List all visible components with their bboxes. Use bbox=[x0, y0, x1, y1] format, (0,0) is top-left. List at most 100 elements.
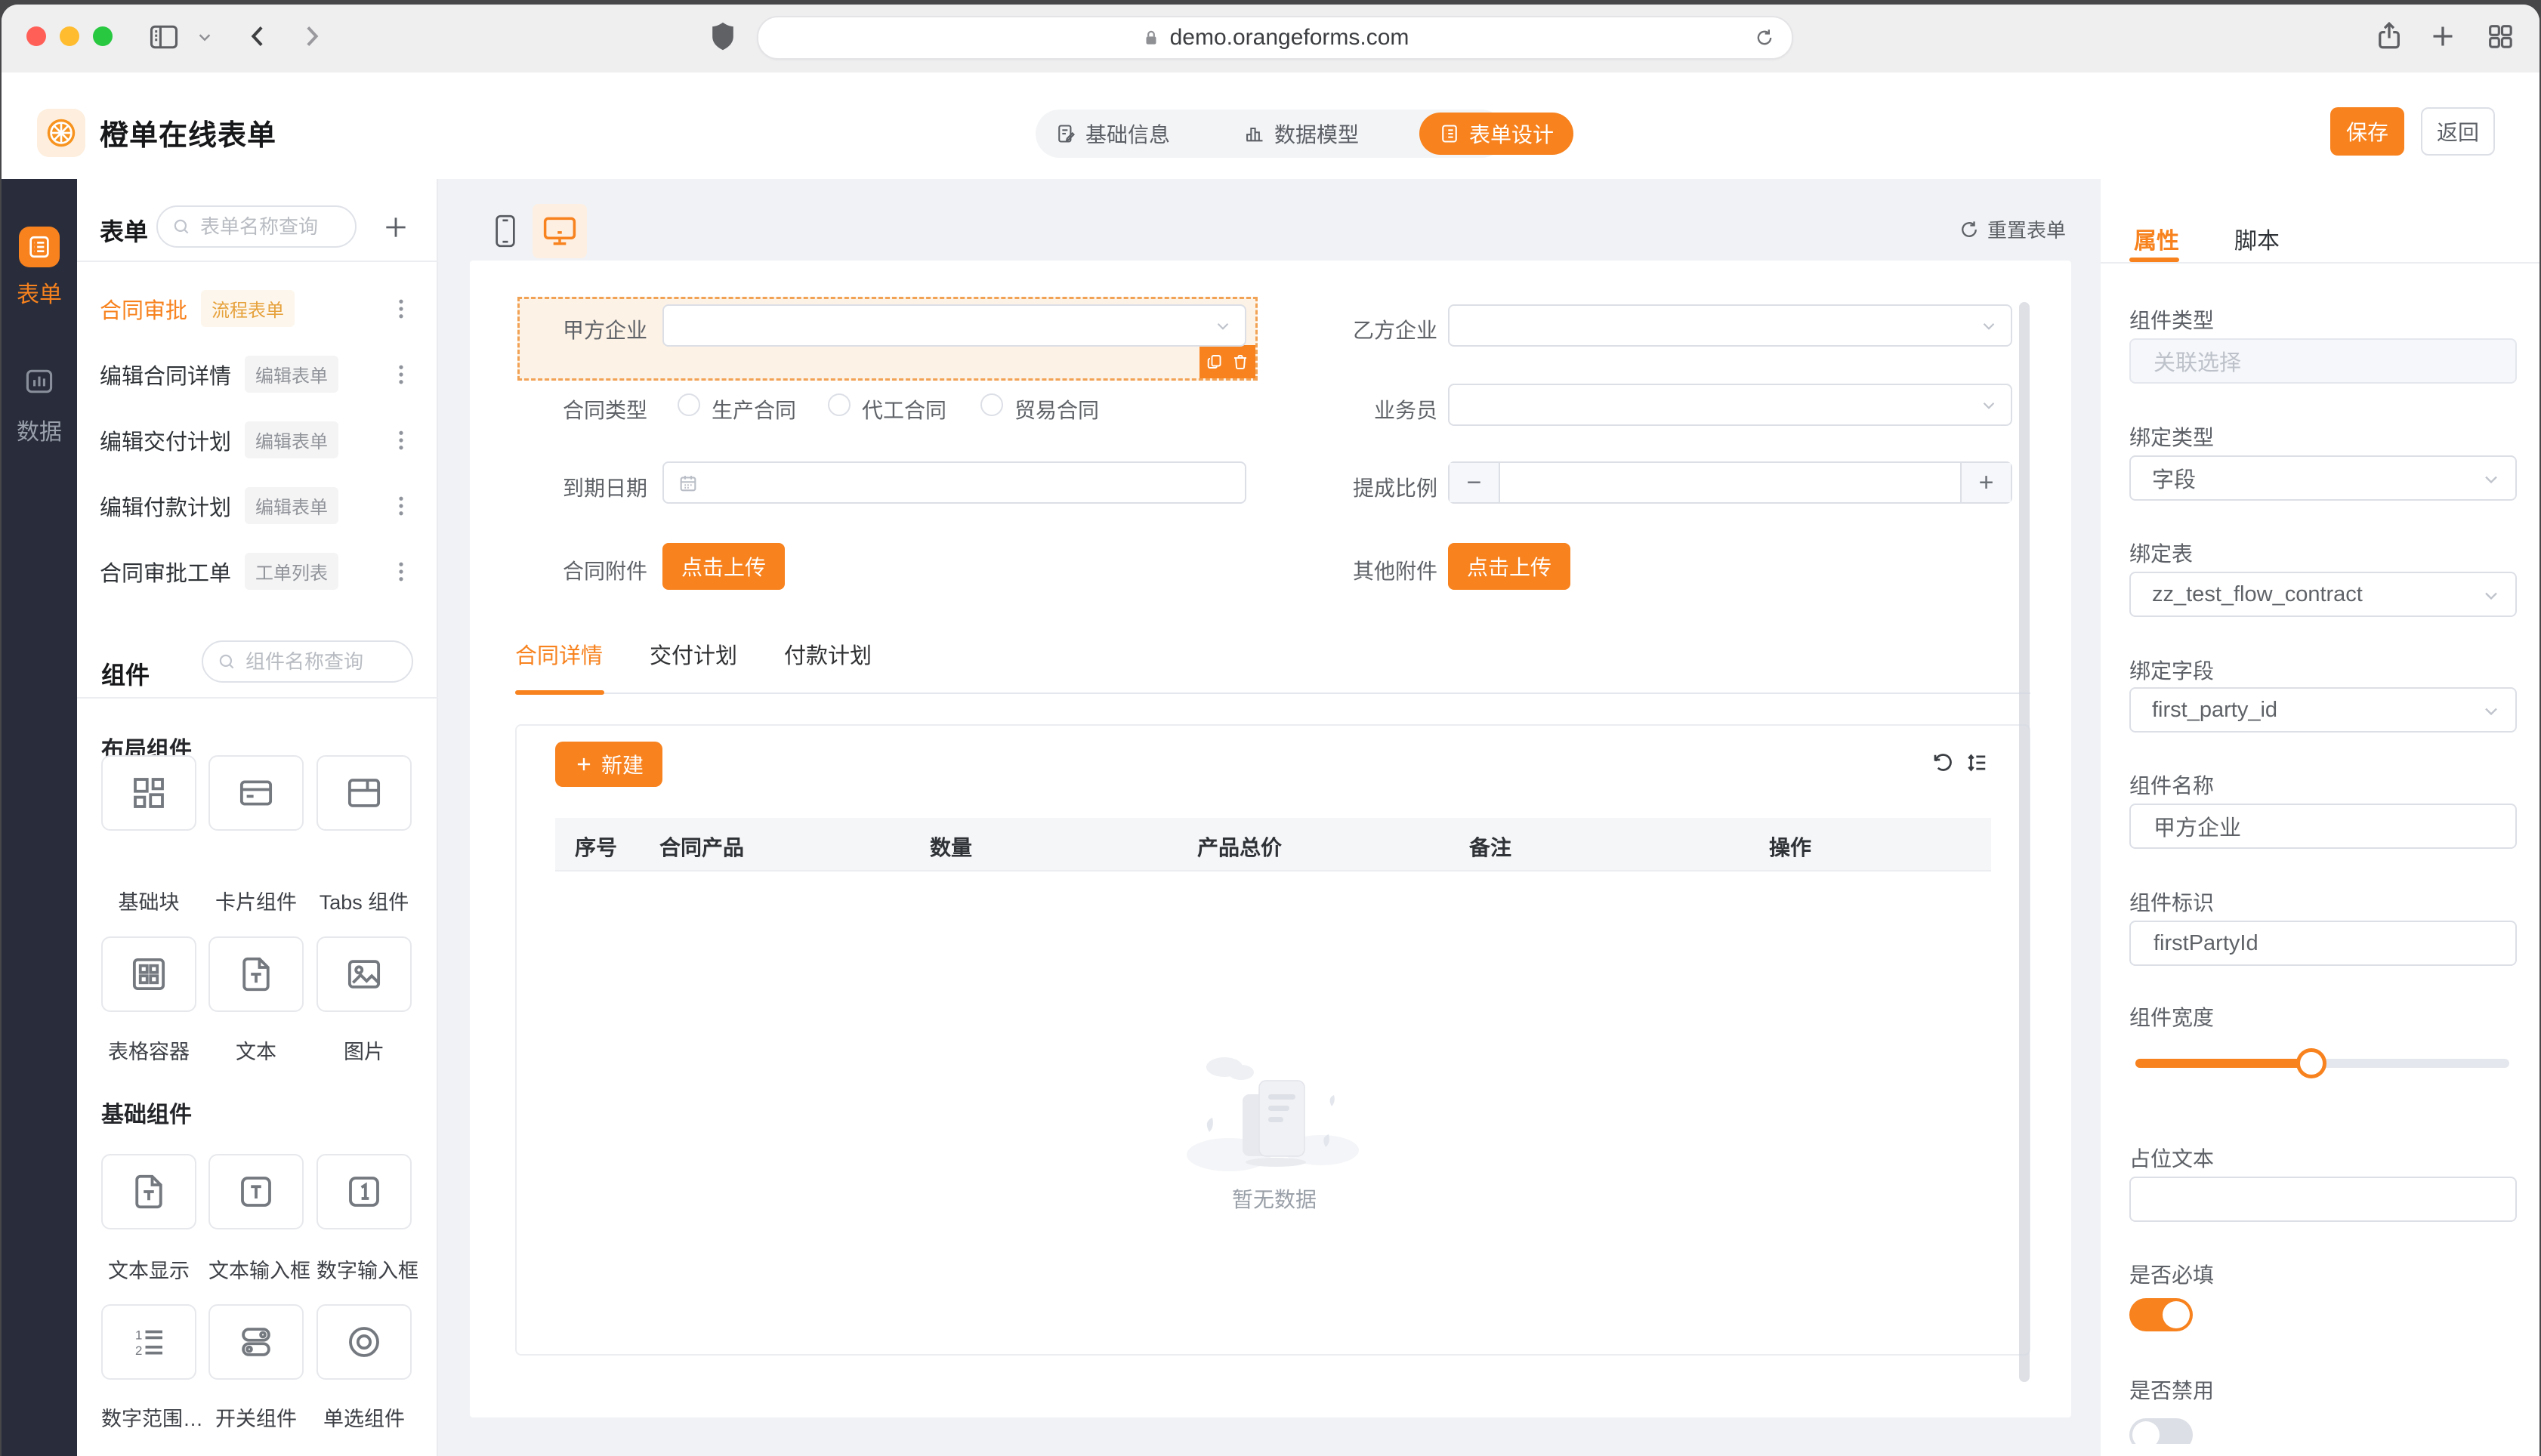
kebab-menu-icon[interactable] bbox=[387, 554, 415, 589]
form-search[interactable] bbox=[156, 205, 357, 248]
component-text-display[interactable] bbox=[101, 1154, 196, 1229]
component-tabs[interactable] bbox=[316, 755, 412, 831]
form-list-item[interactable]: 合同审批工单 工单列表 bbox=[77, 538, 438, 604]
due-date-input[interactable] bbox=[662, 461, 1246, 504]
component-basic-block[interactable] bbox=[101, 755, 196, 831]
tab-basic-info[interactable]: 基础信息 bbox=[1042, 113, 1184, 155]
save-button[interactable]: 保存 bbox=[2330, 107, 2404, 156]
new-row-button[interactable]: 新建 bbox=[555, 742, 662, 787]
back-icon[interactable] bbox=[243, 21, 273, 51]
mobile-preview-button[interactable] bbox=[483, 209, 527, 253]
kebab-menu-icon[interactable] bbox=[387, 292, 415, 326]
component-name-field[interactable] bbox=[2129, 804, 2517, 849]
chevron-down-icon bbox=[2481, 585, 2502, 606]
bind-type-select[interactable]: 字段 bbox=[2129, 455, 2517, 501]
bind-field-select[interactable]: first_party_id bbox=[2129, 687, 2517, 733]
component-search-input[interactable] bbox=[244, 649, 384, 674]
privacy-shield-icon[interactable] bbox=[705, 19, 740, 54]
salesman-select[interactable] bbox=[1448, 384, 2012, 426]
radio-label[interactable]: 代工合同 bbox=[862, 394, 946, 424]
zoom-window-button[interactable] bbox=[93, 26, 113, 46]
placeholder-text-input[interactable] bbox=[2152, 1186, 2494, 1213]
radio-trade-contract[interactable] bbox=[980, 393, 1003, 416]
first-party-select[interactable] bbox=[662, 304, 1246, 347]
new-tab-icon[interactable] bbox=[2428, 21, 2458, 51]
canvas-scrollbar[interactable] bbox=[2019, 302, 2030, 1382]
stepper-increase-button[interactable]: + bbox=[1960, 463, 2011, 502]
tab-data-model[interactable]: 数据模型 bbox=[1230, 113, 1372, 155]
chevron-down-icon[interactable] bbox=[196, 29, 213, 45]
slider-handle[interactable] bbox=[2296, 1048, 2326, 1078]
rail-item-data[interactable] bbox=[23, 365, 56, 398]
form-search-input[interactable] bbox=[199, 214, 331, 239]
radio-label[interactable]: 贸易合同 bbox=[1014, 394, 1099, 424]
field-label-commission: 提成比例 bbox=[1352, 477, 1437, 500]
reload-icon[interactable] bbox=[1754, 27, 1775, 48]
component-text[interactable] bbox=[208, 936, 304, 1012]
component-card[interactable] bbox=[208, 755, 304, 831]
tab-contract-detail[interactable]: 合同详情 bbox=[515, 638, 603, 670]
component-image[interactable] bbox=[316, 936, 412, 1012]
tab-delivery-plan[interactable]: 交付计划 bbox=[650, 638, 737, 670]
component-radio[interactable] bbox=[316, 1304, 412, 1380]
search-icon bbox=[171, 217, 191, 236]
empty-state-text: 暂无数据 bbox=[1231, 1188, 1317, 1211]
component-width-slider[interactable] bbox=[2135, 1048, 2509, 1078]
form-list-item[interactable]: 编辑付款计划 编辑表单 bbox=[77, 473, 438, 538]
radio-oem-contract[interactable] bbox=[828, 393, 851, 416]
rail-item-data-label[interactable]: 数据 bbox=[2, 413, 77, 446]
stepper-decrease-button[interactable]: − bbox=[1450, 463, 1500, 502]
delete-icon[interactable] bbox=[1231, 353, 1249, 371]
tab-payment-plan[interactable]: 付款计划 bbox=[784, 638, 872, 670]
left-rail: 表单 数据 bbox=[2, 179, 77, 1456]
url-bar[interactable]: demo.orangeforms.com bbox=[757, 16, 1793, 60]
rail-item-forms-label[interactable]: 表单 bbox=[2, 276, 77, 309]
desktop-preview-button[interactable] bbox=[533, 204, 587, 258]
second-party-select[interactable] bbox=[1448, 304, 2012, 347]
component-search[interactable] bbox=[202, 640, 413, 683]
component-label: 卡片组件 bbox=[215, 891, 297, 914]
tab-form-design[interactable]: 表单设计 bbox=[1419, 113, 1574, 155]
sort-rows-icon[interactable] bbox=[1965, 751, 1988, 774]
sidebar-icon[interactable] bbox=[147, 20, 181, 54]
share-icon[interactable] bbox=[2373, 20, 2405, 51]
refresh-table-icon[interactable] bbox=[1931, 751, 1954, 774]
add-form-button[interactable] bbox=[381, 213, 410, 242]
reset-form-button[interactable]: 重置表单 bbox=[1959, 215, 2066, 243]
radio-component-icon bbox=[349, 1327, 379, 1357]
tab-overview-icon[interactable] bbox=[2485, 21, 2515, 51]
component-key-input[interactable] bbox=[2152, 930, 2494, 957]
component-number-input[interactable] bbox=[316, 1154, 412, 1229]
radio-label[interactable]: 生产合同 bbox=[712, 394, 796, 424]
radio-production-contract[interactable] bbox=[678, 393, 700, 416]
kebab-menu-icon[interactable] bbox=[387, 423, 415, 458]
rail-item-forms[interactable] bbox=[19, 227, 60, 267]
component-number-range[interactable]: 12 bbox=[101, 1304, 196, 1380]
tab-properties[interactable]: 属性 bbox=[2134, 222, 2179, 255]
properties-panel: 属性 脚本 组件类型 绑定类型 字段 绑定表 zz_test_flow_cont… bbox=[2101, 179, 2539, 1456]
commission-input[interactable] bbox=[1500, 463, 1960, 502]
text-display-icon bbox=[135, 1174, 162, 1209]
back-button[interactable]: 返回 bbox=[2421, 107, 2495, 156]
component-switch[interactable] bbox=[208, 1304, 304, 1380]
form-list-item[interactable]: 编辑交付计划 编辑表单 bbox=[77, 407, 438, 473]
component-text-input[interactable] bbox=[208, 1154, 304, 1229]
kebab-menu-icon[interactable] bbox=[387, 357, 415, 392]
close-window-button[interactable] bbox=[26, 26, 46, 46]
component-name-input[interactable] bbox=[2152, 813, 2494, 840]
form-list-item[interactable]: 合同审批 流程表单 bbox=[77, 276, 438, 341]
forward-icon[interactable] bbox=[296, 21, 326, 51]
required-toggle[interactable] bbox=[2129, 1298, 2193, 1331]
bind-table-select[interactable]: zz_test_flow_contract bbox=[2129, 572, 2517, 617]
kebab-menu-icon[interactable] bbox=[387, 489, 415, 523]
contract-upload-button[interactable]: 点击上传 bbox=[662, 543, 785, 590]
tab-script[interactable]: 脚本 bbox=[2234, 222, 2280, 255]
other-upload-button[interactable]: 点击上传 bbox=[1448, 543, 1570, 590]
minimize-window-button[interactable] bbox=[60, 26, 79, 46]
component-key-field[interactable] bbox=[2129, 921, 2517, 966]
disabled-toggle[interactable] bbox=[2129, 1418, 2205, 1444]
placeholder-text-field[interactable] bbox=[2129, 1177, 2517, 1222]
component-table-container[interactable] bbox=[101, 936, 196, 1012]
copy-icon[interactable] bbox=[1206, 353, 1224, 371]
form-list-item[interactable]: 编辑合同详情 编辑表单 bbox=[77, 341, 438, 407]
